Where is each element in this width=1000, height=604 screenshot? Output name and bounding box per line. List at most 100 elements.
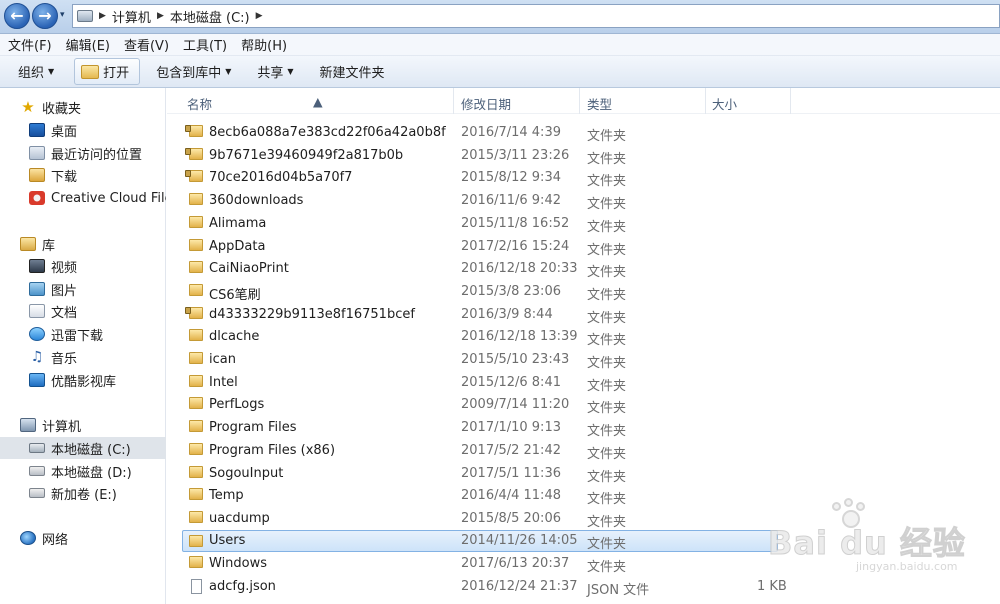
- caret-down-icon: ▼: [48, 67, 55, 76]
- chevron-right-icon[interactable]: ▶: [157, 11, 164, 21]
- file-row[interactable]: Users 2014/11/26 14:05 文件夹: [182, 529, 778, 553]
- file-name: dlcache: [209, 329, 260, 345]
- file-row[interactable]: Alimama 2015/11/8 16:52 文件夹: [167, 213, 1000, 236]
- menu-help[interactable]: 帮助(H): [241, 35, 287, 54]
- sidebar-item-music[interactable]: ♫ 音乐: [0, 346, 166, 368]
- sidebar-network-label: 网络: [42, 532, 69, 548]
- new-folder-button[interactable]: 新建文件夹: [320, 62, 385, 81]
- file-name: CaiNiaoPrint: [209, 261, 289, 277]
- sidebar-item-documents[interactable]: 文档: [0, 300, 166, 322]
- file-type: 文件夹: [587, 446, 627, 462]
- sidebar-favorites-label: 收藏夹: [42, 101, 82, 117]
- sidebar-item-downloads[interactable]: 下载: [0, 164, 166, 186]
- file-name: PerfLogs: [209, 397, 265, 413]
- file-row[interactable]: SogouInput 2017/5/1 11:36 文件夹: [167, 463, 1000, 486]
- file-row[interactable]: 8ecb6a088a7e383cd22f06a42a0b8f 2016/7/14 …: [167, 122, 1000, 145]
- file-name: 9b7671e39460949f2a817b0b: [209, 147, 404, 163]
- open-button[interactable]: 打开: [74, 58, 141, 85]
- breadcrumb-drive-c[interactable]: 本地磁盘 (C:): [170, 7, 250, 26]
- sidebar-item-drive-d[interactable]: 本地磁盘 (D:): [0, 460, 166, 482]
- file-row[interactable]: AppData 2017/2/16 15:24 文件夹: [167, 236, 1000, 259]
- column-header-date[interactable]: 修改日期: [461, 94, 511, 113]
- folder-icon: [189, 170, 203, 183]
- sidebar-item-xunlei[interactable]: 迅雷下载: [0, 323, 166, 345]
- address-box[interactable]: ▶ 计算机 ▶ 本地磁盘 (C:) ▶: [72, 4, 1000, 28]
- forward-button[interactable]: →: [32, 3, 58, 29]
- file-size: 1 KB: [757, 579, 787, 594]
- share-label: 共享: [257, 66, 284, 81]
- watermark-url: jingyan.baidu.com: [856, 560, 958, 573]
- downloads-folder-icon: [29, 168, 45, 182]
- file-date: 2009/7/14 11:20: [461, 397, 570, 413]
- file-row[interactable]: Intel 2015/12/6 8:41 文件夹: [167, 372, 1000, 395]
- file-row[interactable]: d43333229b9113e8f16751bcef 2016/3/9 8:44 文…: [167, 304, 1000, 327]
- file-name: 8ecb6a088a7e383cd22f06a42a0b8f: [209, 125, 446, 140]
- sidebar-item-label: 文档: [51, 305, 78, 321]
- column-header-row: ▲ 名称 修改日期 类型 大小: [167, 88, 1000, 114]
- file-type: 文件夹: [587, 219, 627, 235]
- file-row[interactable]: Program Files (x86) 2017/5/2 21:42 文件夹: [167, 440, 1000, 463]
- sidebar-item-recent[interactable]: 最近访问的位置: [0, 142, 166, 164]
- file-row[interactable]: PerfLogs 2009/7/14 11:20 文件夹: [167, 394, 1000, 417]
- sidebar-computer[interactable]: 计算机: [0, 414, 166, 436]
- menu-edit[interactable]: 编辑(E): [66, 35, 110, 54]
- file-date: 2016/11/6 9:42: [461, 193, 561, 209]
- sidebar-favorites[interactable]: ★ 收藏夹: [0, 96, 166, 118]
- file-row[interactable]: 70ce2016d04b5a70f7 2015/8/12 9:34 文件夹: [167, 167, 1000, 190]
- sidebar-network[interactable]: 网络: [0, 527, 166, 549]
- sidebar-item-youku[interactable]: 优酷影视库: [0, 369, 166, 391]
- sidebar-item-videos[interactable]: 视频: [0, 255, 166, 277]
- file-date: 2015/5/10 23:43: [461, 352, 570, 367]
- drive-icon: [29, 488, 45, 498]
- desktop-icon: [29, 123, 45, 137]
- file-row[interactable]: 9b7671e39460949f2a817b0b 2015/3/11 23:26 文…: [167, 145, 1000, 168]
- chevron-right-icon[interactable]: ▶: [256, 11, 263, 21]
- file-row[interactable]: Program Files 2017/1/10 9:13 文件夹: [167, 417, 1000, 440]
- history-dropdown-icon[interactable]: ▾: [60, 10, 70, 22]
- sidebar-item-pictures[interactable]: 图片: [0, 278, 166, 300]
- organize-button[interactable]: 组织 ▼: [18, 62, 54, 81]
- file-date: 2017/5/2 21:42: [461, 442, 561, 458]
- folder-icon: [189, 534, 203, 547]
- file-type: 文件夹: [587, 536, 627, 552]
- column-header-type[interactable]: 类型: [587, 94, 612, 113]
- breadcrumb-computer[interactable]: 计算机: [112, 7, 151, 26]
- file-name: d43333229b9113e8f16751bcef: [209, 306, 415, 322]
- back-button[interactable]: ←: [4, 3, 30, 29]
- share-button[interactable]: 共享 ▼: [257, 62, 293, 81]
- include-library-button[interactable]: 包含到库中 ▼: [156, 62, 231, 81]
- menu-tools[interactable]: 工具(T): [183, 35, 227, 54]
- column-header-size[interactable]: 大小: [712, 94, 737, 113]
- folder-icon: [189, 374, 203, 387]
- sidebar-item-drive-c[interactable]: 本地磁盘 (C:): [0, 437, 166, 459]
- column-divider[interactable]: [705, 88, 706, 114]
- chevron-right-icon[interactable]: ▶: [99, 11, 106, 21]
- file-row[interactable]: ican 2015/5/10 23:43 文件夹: [167, 349, 1000, 372]
- column-header-name[interactable]: 名称: [187, 94, 212, 113]
- sidebar-libraries[interactable]: 库: [0, 233, 166, 255]
- menu-view[interactable]: 查看(V): [124, 35, 169, 54]
- file-row[interactable]: dlcache 2016/12/18 13:39 文件夹: [167, 326, 1000, 349]
- folder-icon: [189, 261, 203, 274]
- sidebar-item-drive-e[interactable]: 新加卷 (E:): [0, 482, 166, 504]
- folder-icon: [189, 397, 203, 410]
- file-date: 2015/11/8 16:52: [461, 215, 570, 231]
- file-row[interactable]: 360downloads 2016/11/6 9:42 文件夹: [167, 190, 1000, 213]
- folder-icon: [189, 442, 203, 455]
- column-divider[interactable]: [790, 88, 791, 114]
- file-row[interactable]: CaiNiaoPrint 2016/12/18 20:33 文件夹: [167, 258, 1000, 281]
- sidebar-item-label: 最近访问的位置: [51, 147, 143, 163]
- menu-file[interactable]: 文件(F): [8, 35, 52, 54]
- file-name: Program Files (x86): [209, 442, 336, 458]
- sidebar-item-desktop[interactable]: 桌面: [0, 119, 166, 141]
- column-divider[interactable]: [579, 88, 580, 114]
- file-row[interactable]: CS6笔刷 2015/3/8 23:06 文件夹: [167, 281, 1000, 304]
- network-icon: [20, 531, 36, 545]
- file-name: Intel: [209, 374, 238, 390]
- file-row[interactable]: adcfg.json 2016/12/24 21:37 JSON 文件 1 KB: [167, 576, 1000, 599]
- system-drive-icon: [29, 443, 45, 453]
- column-divider[interactable]: [453, 88, 454, 114]
- folder-icon: [189, 488, 203, 501]
- sidebar-item-creative-cloud[interactable]: Creative Cloud Files: [0, 187, 166, 209]
- lock-icon: [185, 306, 191, 314]
